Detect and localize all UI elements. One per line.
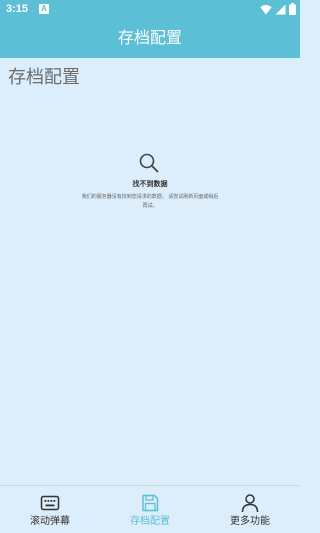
- nav-label-more-features: 更多功能: [230, 516, 270, 527]
- nav-item-scroll-danmaku[interactable]: 滚动弹幕: [0, 486, 100, 533]
- nav-item-save-config[interactable]: 存档配置: [100, 486, 200, 533]
- empty-state-description: 我们的服务器没有找到您请求的数据。 请尝试刷新页面或稍后再试。: [81, 194, 219, 209]
- bottom-nav: 滚动弹幕 存档配置 更多功能: [0, 485, 300, 533]
- status-time: 3:15: [6, 3, 29, 15]
- empty-state-title: 找不到数据: [132, 180, 168, 188]
- app-bar: 存档配置: [0, 18, 300, 58]
- status-icons: [260, 3, 296, 15]
- save-icon: [142, 494, 159, 512]
- wifi-icon: [260, 4, 272, 14]
- battery-icon: [289, 3, 296, 15]
- page-heading: 存档配置: [8, 67, 80, 88]
- nav-item-more-features[interactable]: 更多功能: [200, 486, 300, 533]
- notification-a-icon: A: [39, 4, 49, 14]
- signal-icon: [275, 4, 286, 14]
- app-title: 存档配置: [117, 28, 182, 47]
- nav-label-scroll-danmaku: 滚动弹幕: [30, 516, 70, 527]
- keyboard-icon: [40, 495, 60, 511]
- nav-label-save-config: 存档配置: [130, 516, 170, 527]
- status-bar: 3:15 A: [0, 0, 300, 18]
- search-icon: [139, 153, 159, 173]
- person-icon: [241, 494, 259, 513]
